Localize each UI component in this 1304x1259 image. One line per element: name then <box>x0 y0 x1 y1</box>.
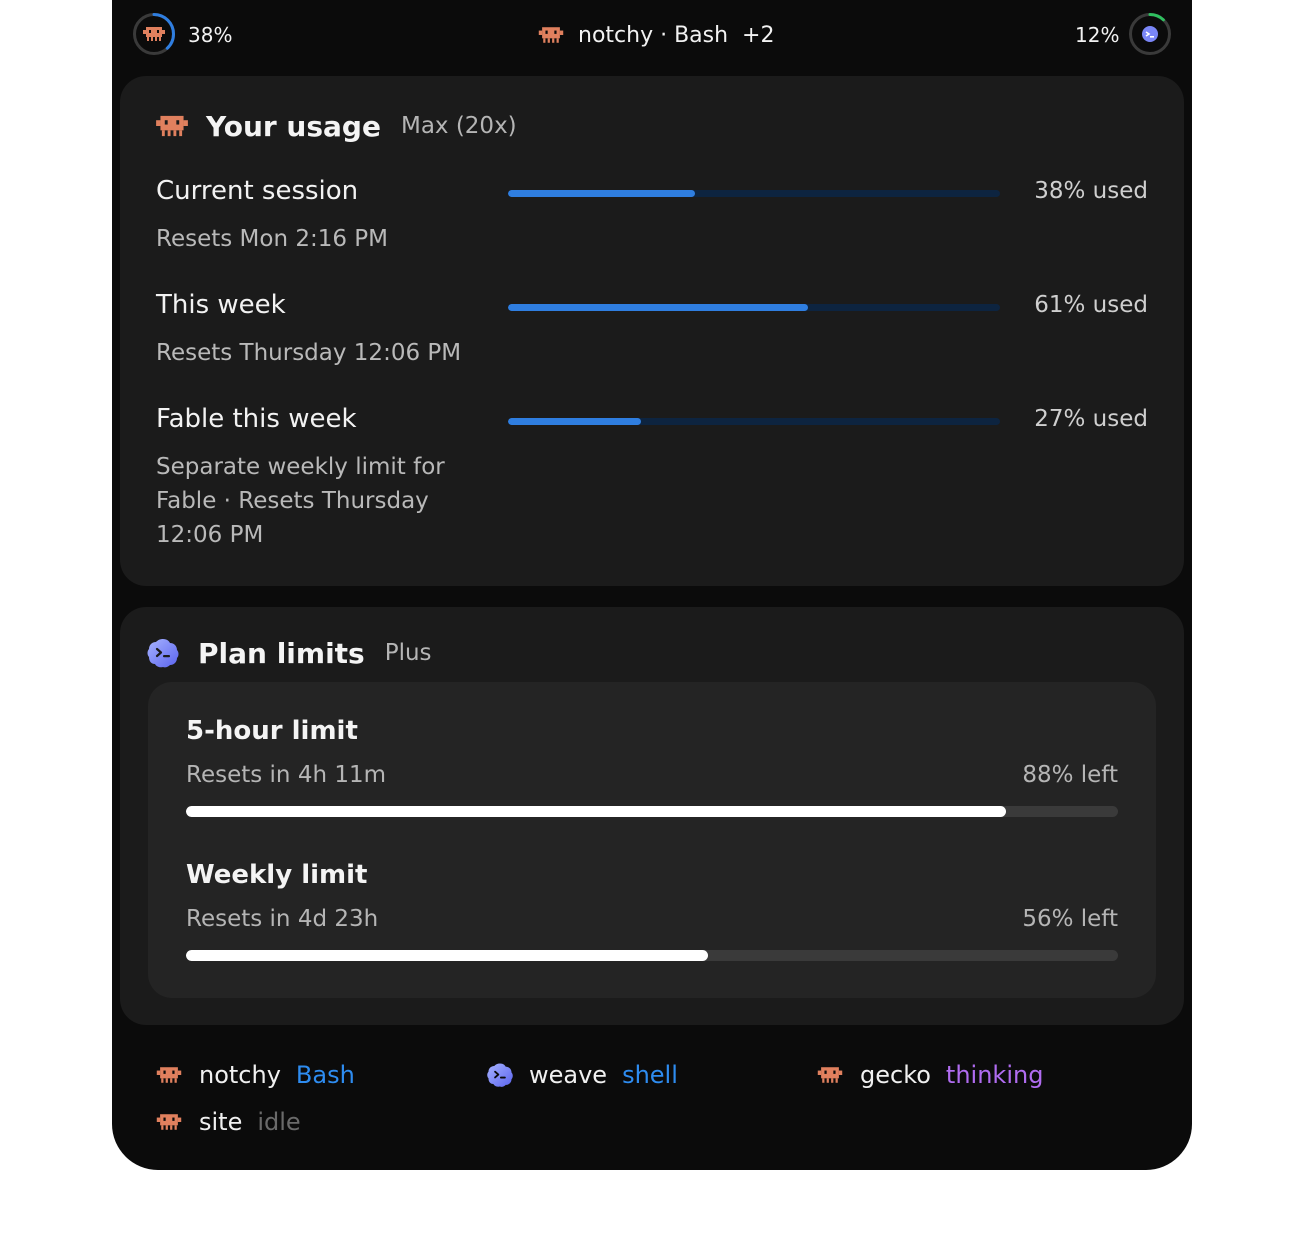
codex-icon <box>1142 26 1158 42</box>
agent-name: weave <box>529 1061 608 1089</box>
usage-progress-fill <box>508 190 695 197</box>
agent-status: idle <box>257 1108 301 1136</box>
plan-tier: Plus <box>384 640 432 666</box>
agent-name: site <box>199 1108 243 1136</box>
your-usage-header: Your usage Max (20x) <box>156 106 517 146</box>
agent-site[interactable]: site idle <box>156 1107 301 1137</box>
agent-notchy[interactable]: notchy Bash <box>156 1060 355 1090</box>
claude-icon <box>817 1067 843 1083</box>
extra-sessions-count: +2 <box>742 22 775 48</box>
limit-title: 5-hour limit <box>186 716 358 746</box>
usage-progress-bar <box>508 304 1000 311</box>
limit-left: 88% left <box>1022 762 1118 788</box>
your-usage-card: Your usage Max (20x) Current session Res… <box>120 76 1184 586</box>
usage-row-note: Separate weekly limit for Fable · Resets… <box>156 454 445 548</box>
claude-icon <box>538 27 564 43</box>
left-usage-percent: 38% <box>188 23 233 47</box>
top-bar: 38% notchy · Bash +2 12% <box>112 0 1192 72</box>
your-usage-title: Your usage <box>206 109 381 143</box>
usage-panel: 38% notchy · Bash +2 12% Your usage Max … <box>112 0 1192 1170</box>
limit-progress-fill <box>186 950 708 961</box>
usage-progress-fill <box>508 304 809 311</box>
usage-row-label: Current session <box>156 176 359 206</box>
usage-progress-fill <box>508 418 641 425</box>
limit-title: Weekly limit <box>186 860 368 890</box>
limit-progress-bar <box>186 806 1118 817</box>
right-usage-percent: 12% <box>1075 23 1120 47</box>
usage-progress-bar <box>508 418 1000 425</box>
claude-icon <box>143 27 165 41</box>
usage-row-label: This week <box>156 290 286 320</box>
codex-icon <box>147 639 179 668</box>
plan-limits-header: Plan limits Plus <box>146 633 432 673</box>
limit-reset: Resets in 4h 11m <box>186 762 387 788</box>
agent-name: notchy <box>199 1061 281 1089</box>
plan-limits-box: 5-hour limit Resets in 4h 11m 88% left W… <box>148 682 1156 998</box>
session-name: notchy · Bash <box>578 22 729 48</box>
agent-weave[interactable]: weave shell <box>486 1060 678 1090</box>
usage-row-note: Resets Mon 2:16 PM <box>156 226 389 252</box>
usage-row-note: Resets Thursday 12:06 PM <box>156 340 462 366</box>
usage-row-used: 61% used <box>1034 292 1148 318</box>
claude-icon <box>156 1114 182 1130</box>
usage-row-label: Fable this week <box>156 404 357 434</box>
agent-status: shell <box>622 1061 678 1089</box>
agent-status: thinking <box>945 1061 1044 1089</box>
limit-progress-bar <box>186 950 1118 961</box>
usage-row-used: 38% used <box>1034 178 1148 204</box>
agent-gecko[interactable]: gecko thinking <box>817 1060 1043 1090</box>
claude-icon <box>156 1067 182 1083</box>
usage-progress-bar <box>508 190 1000 197</box>
limit-progress-fill <box>186 806 1007 817</box>
active-session-title[interactable]: notchy · Bash +2 <box>538 20 774 50</box>
codex-icon <box>487 1063 513 1087</box>
limit-reset: Resets in 4d 23h <box>186 906 379 932</box>
agent-name: gecko <box>860 1061 931 1089</box>
limit-left: 56% left <box>1022 906 1118 932</box>
plan-limits-title: Plan limits <box>198 636 365 670</box>
plan-limits-card: Plan limits Plus 5-hour limit Resets in … <box>120 607 1184 1025</box>
agent-status: Bash <box>295 1061 355 1089</box>
usage-row-used: 27% used <box>1034 406 1148 432</box>
left-usage-ring[interactable] <box>132 12 176 56</box>
right-usage-ring[interactable] <box>1128 12 1172 56</box>
plan-name: Max (20x) <box>400 113 517 139</box>
claude-icon <box>156 115 188 137</box>
